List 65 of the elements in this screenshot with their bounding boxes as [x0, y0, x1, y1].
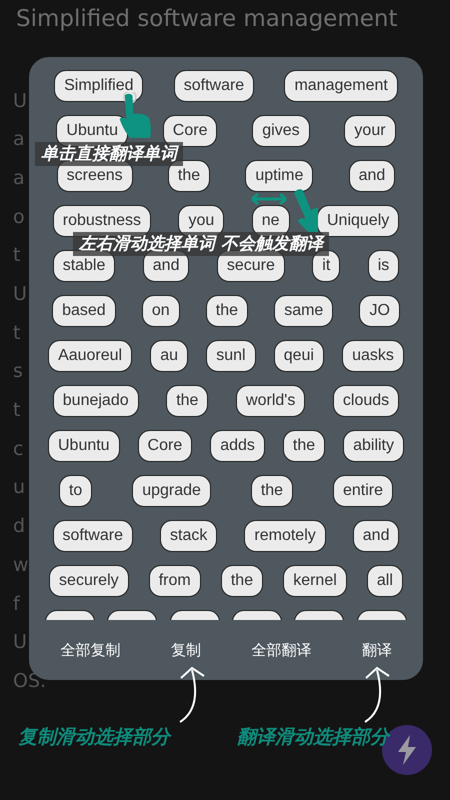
word-chip[interactable]: sunl: [206, 340, 256, 372]
paragraph-line: U: [13, 630, 27, 656]
word-chip[interactable]: stack: [160, 520, 218, 552]
word-chip[interactable]: and: [352, 520, 400, 552]
paragraph-line: f: [13, 592, 20, 617]
word-chip[interactable]: the: [220, 565, 264, 597]
word-chip[interactable]: adds: [210, 430, 265, 462]
hint-banner: 单击直接翻译单词: [35, 142, 183, 166]
word-chip[interactable]: uasks: [342, 340, 404, 372]
hint-caption: 复制滑动选择部分: [18, 725, 170, 750]
paragraph-line: w: [13, 552, 29, 578]
word-chip[interactable]: bunejado: [52, 385, 139, 417]
page-title: Simplified software management: [15, 5, 398, 34]
action-button[interactable]: 全部复制: [56, 636, 124, 664]
word-chip[interactable]: all: [366, 565, 403, 597]
word-chip[interactable]: world's: [236, 385, 306, 417]
paragraph-line: o: [13, 204, 25, 230]
paragraph-line: s: [13, 359, 23, 384]
word-chip[interactable]: clouds: [332, 385, 400, 417]
word-chip[interactable]: upgrade: [132, 475, 211, 507]
word-chip[interactable]: entire: [332, 475, 394, 507]
word-chip[interactable]: securely: [49, 565, 129, 597]
word-chip[interactable]: on: [142, 295, 180, 327]
word-chip[interactable]: from: [148, 565, 201, 597]
word-chip[interactable]: qeui: [274, 340, 324, 372]
word-chip[interactable]: gives: [252, 115, 310, 147]
word-chip[interactable]: and: [348, 160, 396, 192]
word-chip[interactable]: Core: [138, 430, 192, 462]
word-chip[interactable]: the: [250, 475, 294, 507]
word-chip[interactable]: software: [174, 70, 254, 102]
word-chip[interactable]: management: [284, 70, 398, 102]
word-chip[interactable]: uptime: [245, 160, 314, 192]
word-chip[interactable]: based: [52, 295, 116, 327]
word-chip[interactable]: Simplified: [54, 70, 144, 102]
word-chip[interactable]: ability: [343, 430, 404, 462]
action-button[interactable]: 全部翻译: [247, 636, 316, 664]
lightning-icon: [396, 735, 418, 765]
paragraph-line: a: [13, 127, 25, 152]
word-chip[interactable]: JO: [359, 295, 400, 327]
word-chip[interactable]: remotely: [244, 520, 326, 552]
paragraph-line: U: [13, 282, 27, 308]
paragraph-line: t: [13, 398, 20, 424]
paragraph-line: OS.: [13, 668, 46, 694]
paragraph-line: c: [13, 436, 24, 462]
word-chip[interactable]: the: [166, 385, 208, 417]
action-button[interactable]: 翻译: [358, 636, 396, 664]
paragraph-line: t: [13, 320, 20, 346]
paragraph-line: U: [13, 88, 27, 114]
action-button[interactable]: 复制: [166, 636, 205, 664]
word-chip[interactable]: your: [344, 115, 396, 147]
word-chip[interactable]: Aauoreul: [48, 340, 132, 372]
double-arrow-icon: [250, 192, 288, 206]
paragraph-line: u: [13, 475, 26, 500]
word-chip[interactable]: Ubuntu: [48, 430, 120, 462]
word-chip[interactable]: the: [282, 430, 326, 462]
hint-banner: 左右滑动选择单词 不会触发翻译: [73, 232, 329, 256]
paragraph-line: d: [13, 514, 26, 540]
word-chip[interactable]: software: [52, 520, 133, 552]
paragraph-line: t: [13, 243, 20, 268]
paragraph-line: a: [13, 166, 25, 191]
word-chip[interactable]: the: [206, 295, 248, 327]
word-chip[interactable]: same: [274, 295, 334, 327]
word-chip[interactable]: kernel: [283, 565, 347, 597]
word-chip[interactable]: Uniquely: [317, 205, 400, 237]
word-chip[interactable]: au: [150, 340, 188, 372]
